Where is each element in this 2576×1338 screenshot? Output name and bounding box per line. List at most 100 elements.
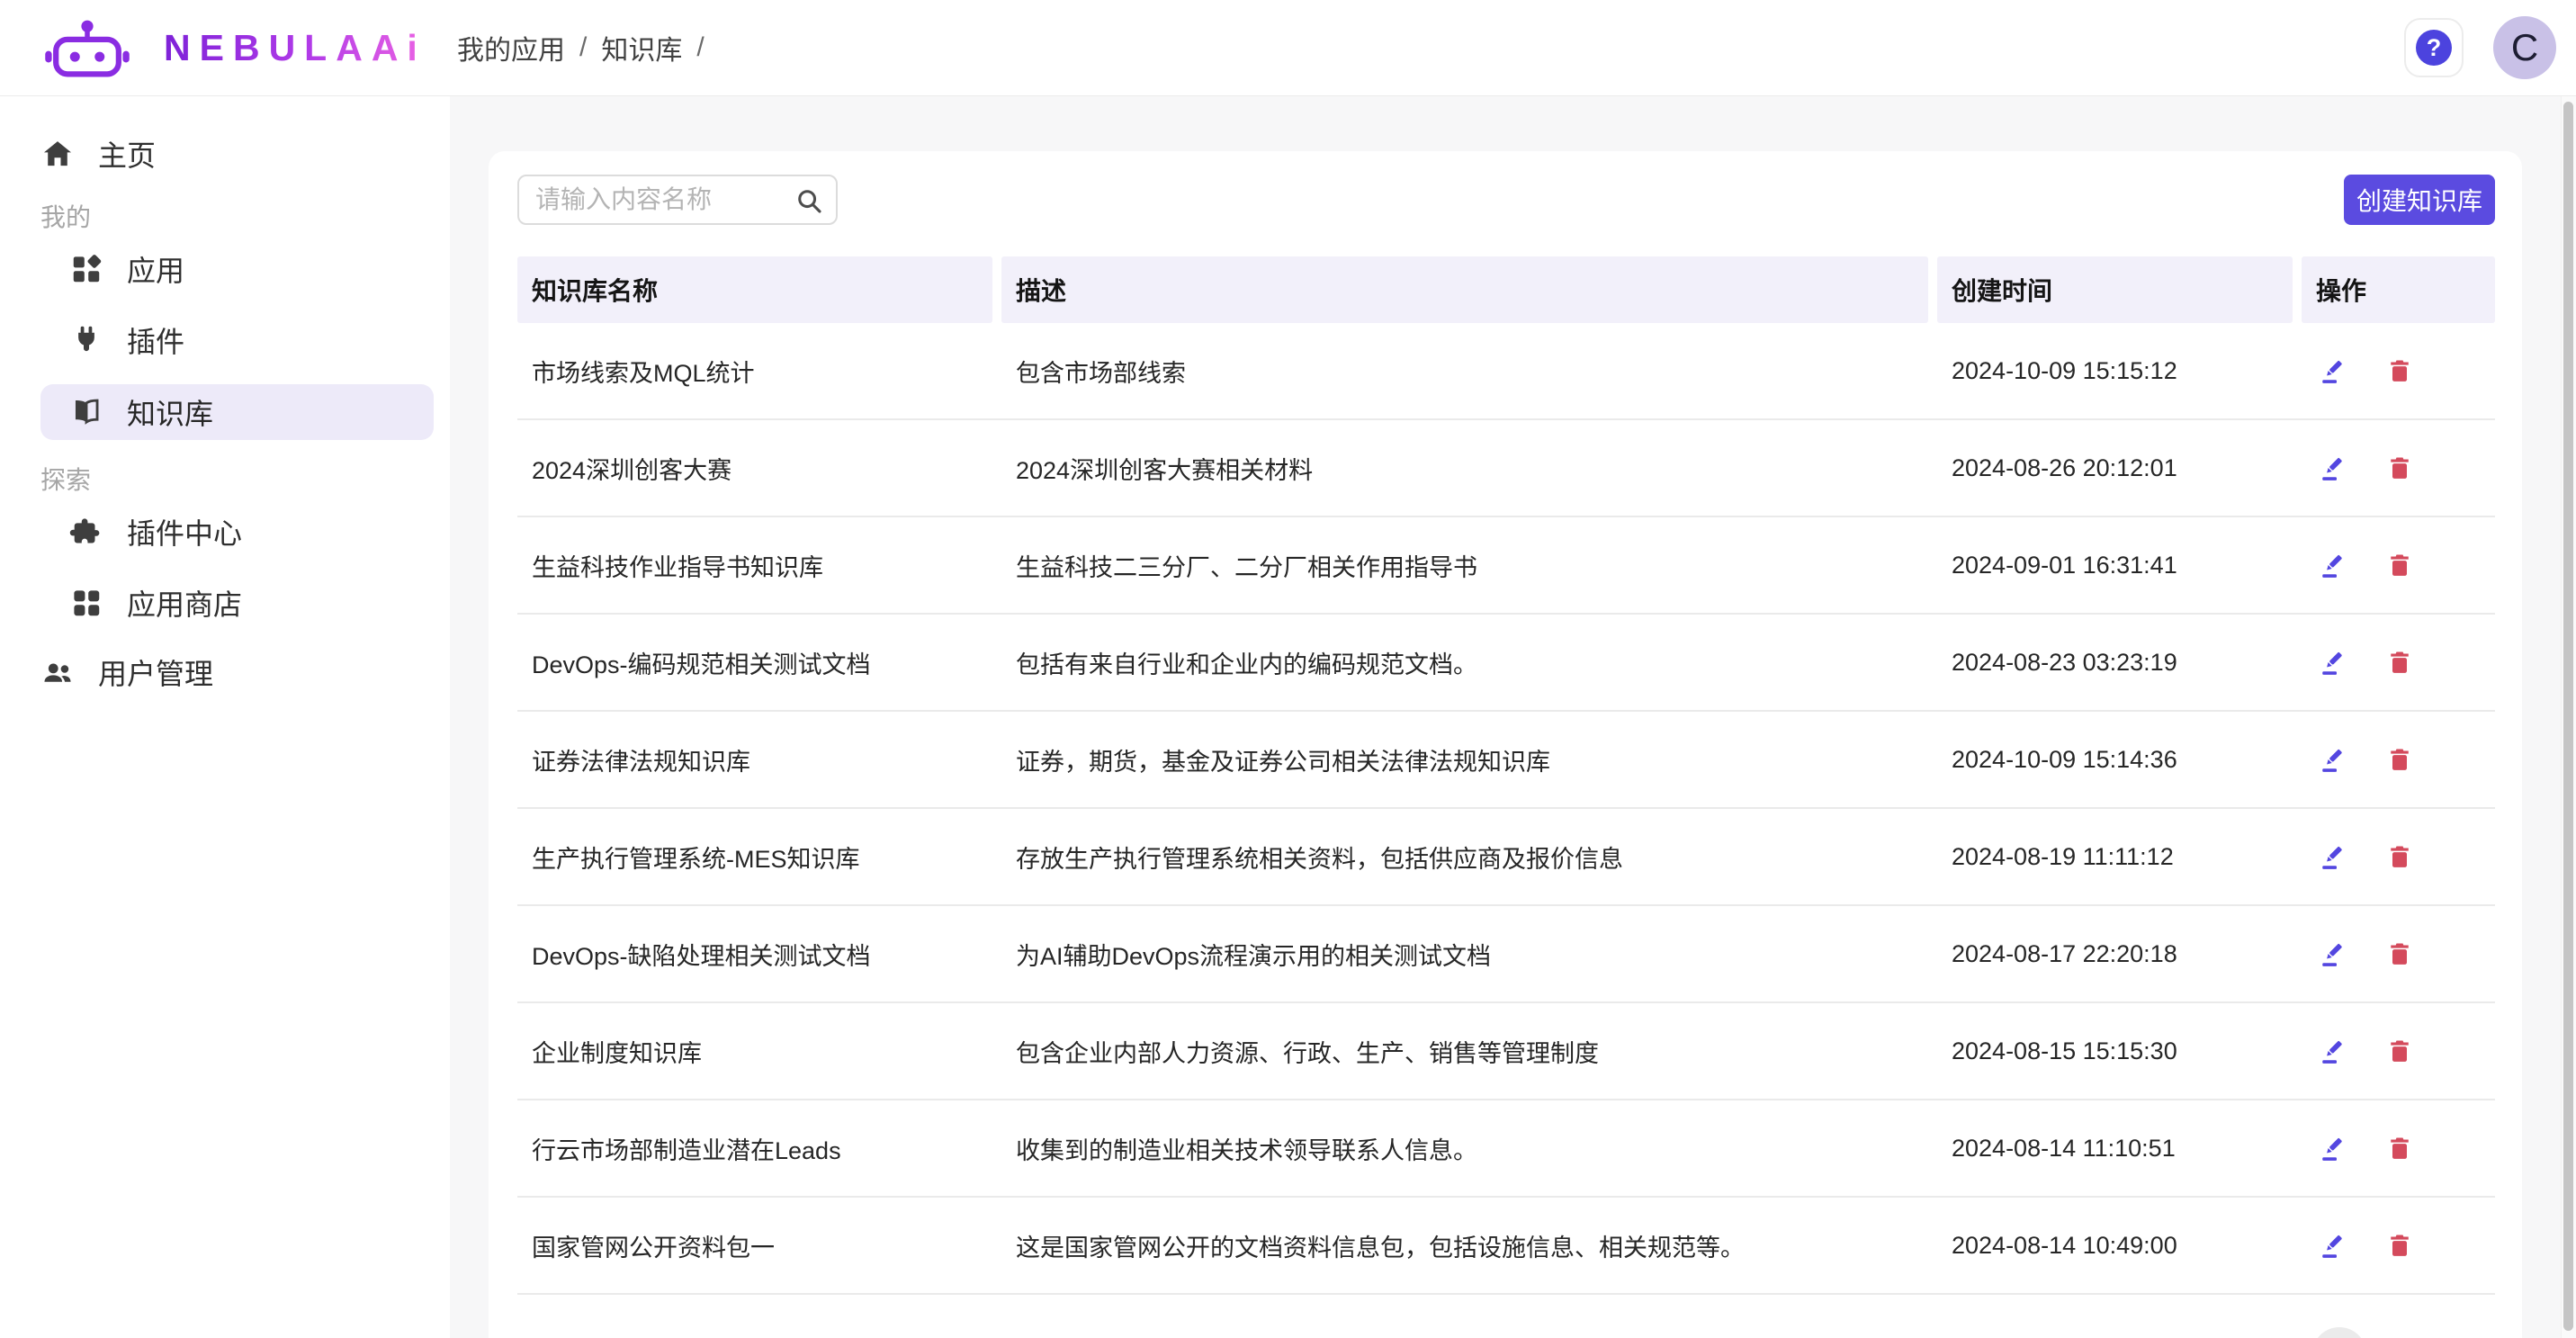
cell-created-time: 2024-09-01 16:31:41 (1937, 552, 2293, 579)
trash-icon[interactable] (2386, 649, 2413, 676)
sidebar-item-label: 用户管理 (98, 651, 213, 693)
top-header: NEBULAAi 我的应用 / 知识库 / ? C (0, 0, 2576, 96)
cell-description: 包含市场部线索 (1001, 354, 1928, 389)
cell-operations (2302, 649, 2495, 676)
sidebar-item-plugin-center[interactable]: 插件中心 (0, 503, 450, 561)
edit-pencil-icon[interactable] (2320, 649, 2347, 676)
cell-description: 这是国家管网公开的文档资料信息包，包括设施信息、相关规范等。 (1001, 1228, 1928, 1263)
sidebar-item-label: 主页 (98, 133, 156, 175)
sidebar-item-label: 知识库 (127, 391, 213, 433)
column-header-operations: 操作 (2302, 256, 2495, 323)
create-knowledge-base-button[interactable]: 创建知识库 (2344, 175, 2495, 225)
scrollbar-thumb[interactable] (2563, 102, 2573, 1331)
cell-operations (2302, 357, 2495, 384)
cell-operations (2302, 1135, 2495, 1162)
cell-description: 2024深圳创客大赛相关材料 (1001, 451, 1928, 486)
vertical-scrollbar (2561, 96, 2576, 1338)
edit-pencil-icon[interactable] (2320, 746, 2347, 773)
search-icon[interactable] (794, 186, 823, 215)
edit-pencil-icon[interactable] (2320, 1037, 2347, 1064)
cell-created-time: 2024-10-09 15:15:12 (1937, 357, 2293, 385)
robot-icon (34, 18, 140, 77)
sidebar-item-label: 插件 (127, 319, 184, 361)
table-row: 生产执行管理系统-MES知识库 存放生产执行管理系统相关资料，包括供应商及报价信… (517, 809, 2495, 906)
table-row: DevOps-缺陷处理相关测试文档 为AI辅助DevOps流程演示用的相关测试文… (517, 906, 2495, 1003)
sidebar-item-knowledge-base[interactable]: 知识库 (40, 384, 434, 440)
cell-operations (2302, 843, 2495, 870)
trash-icon[interactable] (2386, 357, 2413, 384)
trash-icon[interactable] (2386, 1232, 2413, 1259)
knowledge-base-card: 创建知识库 知识库名称 描述 创建时间 操作 市场线索及MQL统计 包含市场部线… (489, 151, 2522, 1338)
users-icon (40, 655, 75, 689)
brand-logo[interactable]: NEBULAAi (0, 18, 450, 77)
puzzle-icon (69, 515, 103, 549)
edit-pencil-icon[interactable] (2320, 1135, 2347, 1162)
table-body: 市场线索及MQL统计 包含市场部线索 2024-10-09 15:15:12 (517, 323, 2495, 1295)
table-row: 生益科技作业指导书知识库 生益科技二三分厂、二分厂相关作用指导书 2024-09… (517, 517, 2495, 615)
home-icon (40, 137, 75, 171)
toolbar: 创建知识库 (517, 175, 2495, 225)
cell-created-time: 2024-08-26 20:12:01 (1937, 454, 2293, 482)
cell-operations (2302, 940, 2495, 967)
cell-description: 收集到的制造业相关技术领导联系人信息。 (1001, 1131, 1928, 1166)
sidebar-item-user-management[interactable]: 用户管理 (0, 643, 450, 701)
search-input[interactable] (535, 185, 787, 214)
cell-description: 包含企业内部人力资源、行政、生产、销售等管理制度 (1001, 1034, 1928, 1069)
sidebar-item-plugins[interactable]: 插件 (0, 311, 450, 369)
breadcrumb-separator: / (696, 32, 704, 63)
avatar[interactable]: C (2493, 16, 2556, 79)
cell-name: 市场线索及MQL统计 (517, 354, 992, 389)
cell-created-time: 2024-08-14 11:10:51 (1937, 1135, 2293, 1163)
cell-name: 证券法律法规知识库 (517, 742, 992, 777)
table-row: 行云市场部制造业潜在Leads 收集到的制造业相关技术领导联系人信息。 2024… (517, 1100, 2495, 1198)
sidebar-item-apps[interactable]: 应用 (0, 240, 450, 298)
sidebar-item-home[interactable]: 主页 (0, 125, 450, 183)
table-row: 国家管网公开资料包一 这是国家管网公开的文档资料信息包，包括设施信息、相关规范等… (517, 1198, 2495, 1295)
cell-created-time: 2024-08-23 03:23:19 (1937, 649, 2293, 677)
trash-icon[interactable] (2386, 940, 2413, 967)
cell-name: DevOps-缺陷处理相关测试文档 (517, 937, 992, 972)
cell-name: 行云市场部制造业潜在Leads (517, 1131, 992, 1166)
sidebar-item-app-store[interactable]: 应用商店 (0, 574, 450, 632)
avatar-letter: C (2511, 26, 2538, 69)
question-mark-icon: ? (2416, 30, 2452, 66)
breadcrumb-item-knowledge[interactable]: 知识库 (601, 28, 682, 67)
brand-name: NEBULAAi (164, 27, 426, 69)
edit-pencil-icon[interactable] (2320, 1232, 2347, 1259)
table-row: 企业制度知识库 包含企业内部人力资源、行政、生产、销售等管理制度 2024-08… (517, 1003, 2495, 1100)
edit-pencil-icon[interactable] (2320, 843, 2347, 870)
main-content: 创建知识库 知识库名称 描述 创建时间 操作 市场线索及MQL统计 包含市场部线… (450, 96, 2576, 1338)
trash-icon[interactable] (2386, 746, 2413, 773)
breadcrumb-separator: / (579, 32, 587, 63)
cell-name: 2024深圳创客大赛 (517, 451, 992, 486)
cell-created-time: 2024-08-19 11:11:12 (1937, 843, 2293, 871)
help-button[interactable]: ? (2404, 18, 2464, 77)
trash-icon[interactable] (2386, 454, 2413, 481)
breadcrumb-item-apps[interactable]: 我的应用 (457, 28, 565, 67)
column-header-created-time: 创建时间 (1937, 256, 2293, 323)
cell-name: DevOps-编码规范相关测试文档 (517, 645, 992, 680)
sidebar: 主页 我的 应用 插件 (0, 96, 450, 1338)
cell-operations (2302, 1037, 2495, 1064)
cell-description: 为AI辅助DevOps流程演示用的相关测试文档 (1001, 937, 1928, 972)
cell-description: 生益科技二三分厂、二分厂相关作用指导书 (1001, 548, 1928, 583)
sidebar-section-explore: 探索 (0, 463, 450, 494)
trash-icon[interactable] (2386, 1135, 2413, 1162)
apps-icon (69, 252, 103, 286)
cell-name: 国家管网公开资料包一 (517, 1228, 992, 1263)
edit-pencil-icon[interactable] (2320, 454, 2347, 481)
table-row: 证券法律法规知识库 证券，期货，基金及证券公司相关法律法规知识库 2024-10… (517, 712, 2495, 809)
cell-operations (2302, 1232, 2495, 1259)
trash-icon[interactable] (2386, 552, 2413, 579)
cell-name: 生产执行管理系统-MES知识库 (517, 840, 992, 875)
edit-pencil-icon[interactable] (2320, 357, 2347, 384)
column-header-name: 知识库名称 (517, 256, 992, 323)
breadcrumb: 我的应用 / 知识库 / (457, 28, 705, 67)
trash-icon[interactable] (2386, 843, 2413, 870)
search-box (517, 175, 838, 225)
edit-pencil-icon[interactable] (2320, 940, 2347, 967)
trash-icon[interactable] (2386, 1037, 2413, 1064)
cell-created-time: 2024-08-17 22:20:18 (1937, 940, 2293, 968)
edit-pencil-icon[interactable] (2320, 552, 2347, 579)
table-row: 市场线索及MQL统计 包含市场部线索 2024-10-09 15:15:12 (517, 323, 2495, 420)
